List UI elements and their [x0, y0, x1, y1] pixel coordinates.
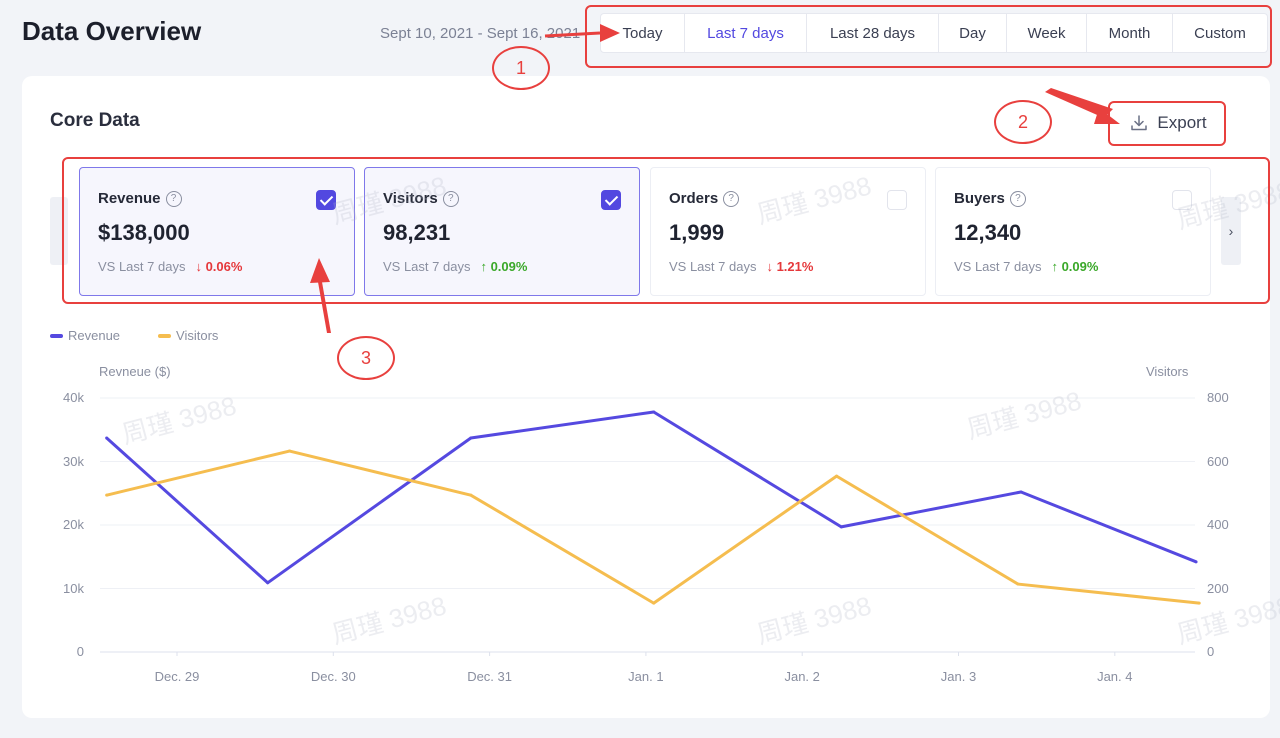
data-point-visitors[interactable]	[288, 449, 292, 453]
data-point-visitors[interactable]	[835, 474, 839, 478]
data-point-visitors[interactable]	[652, 601, 656, 605]
data-point-revenue[interactable]	[839, 525, 843, 529]
series-line-revenue[interactable]	[105, 410, 1197, 585]
annotation-marker-3: 3	[337, 336, 395, 380]
data-point-revenue[interactable]	[1019, 490, 1023, 494]
data-point-visitors[interactable]	[1197, 601, 1201, 605]
data-point-visitors[interactable]	[469, 493, 473, 497]
data-point-revenue[interactable]	[266, 581, 270, 585]
data-point-revenue[interactable]	[652, 410, 656, 414]
line-chart	[100, 397, 1201, 656]
data-point-visitors[interactable]	[1016, 582, 1020, 586]
annotation-marker-1: 1	[492, 46, 550, 90]
data-point-revenue[interactable]	[1194, 560, 1198, 564]
data-point-revenue[interactable]	[105, 436, 109, 440]
data-point-visitors[interactable]	[105, 493, 109, 497]
data-point-revenue[interactable]	[469, 436, 473, 440]
annotation-marker-2: 2	[994, 100, 1052, 144]
